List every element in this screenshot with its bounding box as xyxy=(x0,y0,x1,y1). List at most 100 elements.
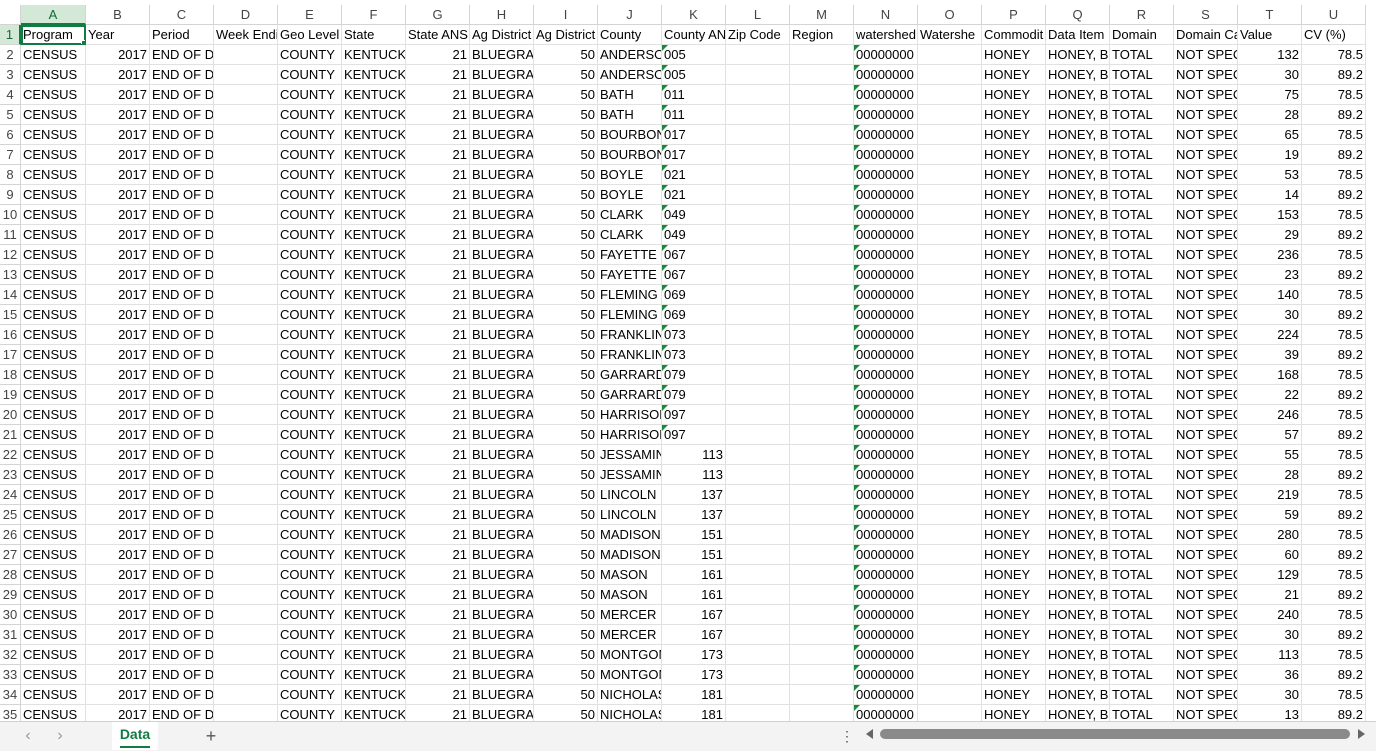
cell[interactable]: CENSUS xyxy=(21,665,86,685)
cell[interactable]: END OF DEC xyxy=(150,385,214,405)
cell[interactable]: BLUEGRASS xyxy=(470,165,534,185)
cell[interactable]: 21 xyxy=(406,465,470,485)
cell[interactable]: TOTAL xyxy=(1110,485,1174,505)
cell[interactable]: COUNTY xyxy=(278,205,342,225)
column-header-u[interactable]: U xyxy=(1302,5,1366,25)
cell[interactable]: CENSUS xyxy=(21,465,86,485)
cell[interactable]: 53 xyxy=(1238,165,1302,185)
cell[interactable]: KENTUCKY xyxy=(342,345,406,365)
cell[interactable]: TOTAL xyxy=(1110,145,1174,165)
cell[interactable]: 153 xyxy=(1238,205,1302,225)
cell[interactable]: 00000000 xyxy=(854,445,918,465)
cell[interactable]: KENTUCKY xyxy=(342,705,406,721)
cell[interactable]: END OF DEC xyxy=(150,205,214,225)
cell[interactable]: TOTAL xyxy=(1110,665,1174,685)
cell[interactable]: 073 xyxy=(662,325,726,345)
cell[interactable]: CENSUS xyxy=(21,685,86,705)
cell[interactable] xyxy=(726,405,790,425)
cell[interactable]: TOTAL xyxy=(1110,205,1174,225)
cell[interactable]: CENSUS xyxy=(21,65,86,85)
cell[interactable]: 00000000 xyxy=(854,505,918,525)
cell[interactable]: 2017 xyxy=(86,85,150,105)
cell[interactable]: CENSUS xyxy=(21,605,86,625)
cell[interactable]: CENSUS xyxy=(21,445,86,465)
cell[interactable]: TOTAL xyxy=(1110,305,1174,325)
header-cell[interactable]: Year xyxy=(86,25,150,45)
cell[interactable] xyxy=(790,685,854,705)
cell[interactable] xyxy=(790,625,854,645)
cell[interactable] xyxy=(726,225,790,245)
cell[interactable]: KENTUCKY xyxy=(342,505,406,525)
cell[interactable]: BLUEGRASS xyxy=(470,625,534,645)
cell[interactable]: TOTAL xyxy=(1110,685,1174,705)
cell[interactable]: 097 xyxy=(662,425,726,445)
cell[interactable]: HONEY, BEE COLONIES xyxy=(1046,165,1110,185)
cell[interactable]: NOT SPECIFIED xyxy=(1174,165,1238,185)
column-header-q[interactable]: Q xyxy=(1046,5,1110,25)
cell[interactable]: KENTUCKY xyxy=(342,125,406,145)
cell[interactable]: NOT SPECIFIED xyxy=(1174,185,1238,205)
cell[interactable]: TOTAL xyxy=(1110,525,1174,545)
cell[interactable]: CLARK xyxy=(598,225,662,245)
cell[interactable]: NOT SPECIFIED xyxy=(1174,545,1238,565)
cell[interactable]: GARRARD xyxy=(598,365,662,385)
cell[interactable]: 50 xyxy=(534,245,598,265)
cell[interactable] xyxy=(214,345,278,365)
column-header-k[interactable]: K xyxy=(662,5,726,25)
cell[interactable]: HONEY xyxy=(982,105,1046,125)
cell[interactable]: 78.5 xyxy=(1302,485,1366,505)
cell[interactable]: HONEY, BEE COLONIES xyxy=(1046,445,1110,465)
cell[interactable] xyxy=(918,565,982,585)
cell[interactable]: 069 xyxy=(662,285,726,305)
cell[interactable]: TOTAL xyxy=(1110,245,1174,265)
cell[interactable]: 89.2 xyxy=(1302,105,1366,125)
cell[interactable]: 50 xyxy=(534,305,598,325)
cell[interactable]: 50 xyxy=(534,165,598,185)
cell[interactable]: KENTUCKY xyxy=(342,565,406,585)
cell[interactable]: CENSUS xyxy=(21,245,86,265)
cell[interactable]: NOT SPECIFIED xyxy=(1174,605,1238,625)
cell[interactable]: COUNTY xyxy=(278,605,342,625)
column-header-l[interactable]: L xyxy=(726,5,790,25)
cell[interactable]: 00000000 xyxy=(854,625,918,645)
row-header[interactable]: 8 xyxy=(0,165,21,185)
cell[interactable]: 21 xyxy=(406,325,470,345)
cell[interactable]: HONEY xyxy=(982,225,1046,245)
cell[interactable]: 00000000 xyxy=(854,85,918,105)
row-header[interactable]: 10 xyxy=(0,205,21,225)
cell[interactable]: NOT SPECIFIED xyxy=(1174,385,1238,405)
cell[interactable] xyxy=(790,45,854,65)
cell[interactable]: HONEY, BEE COLONIES xyxy=(1046,45,1110,65)
cell[interactable] xyxy=(726,345,790,365)
cell[interactable]: 00000000 xyxy=(854,545,918,565)
header-cell[interactable]: Region xyxy=(790,25,854,45)
cell[interactable] xyxy=(790,325,854,345)
cell[interactable]: HONEY xyxy=(982,125,1046,145)
cell[interactable]: 2017 xyxy=(86,345,150,365)
cell[interactable]: COUNTY xyxy=(278,185,342,205)
cell[interactable]: NOT SPECIFIED xyxy=(1174,325,1238,345)
row-header[interactable]: 27 xyxy=(0,545,21,565)
cell[interactable]: HONEY, BEE COLONIES xyxy=(1046,545,1110,565)
cell[interactable]: 246 xyxy=(1238,405,1302,425)
cell[interactable]: HONEY xyxy=(982,525,1046,545)
cell[interactable] xyxy=(790,525,854,545)
header-cell[interactable]: Geo Level xyxy=(278,25,342,45)
horizontal-scrollbar[interactable] xyxy=(880,729,1350,739)
cell[interactable]: FLEMING xyxy=(598,285,662,305)
cell[interactable]: 50 xyxy=(534,685,598,705)
cell[interactable] xyxy=(790,665,854,685)
cell[interactable]: 50 xyxy=(534,545,598,565)
cell[interactable]: END OF DEC xyxy=(150,305,214,325)
cell[interactable]: BLUEGRASS xyxy=(470,125,534,145)
cell[interactable]: 78.5 xyxy=(1302,605,1366,625)
cell[interactable] xyxy=(918,45,982,65)
cell[interactable]: 50 xyxy=(534,705,598,721)
cell[interactable]: 005 xyxy=(662,65,726,85)
cell[interactable]: 50 xyxy=(534,465,598,485)
cell[interactable]: KENTUCKY xyxy=(342,425,406,445)
cell[interactable]: COUNTY xyxy=(278,365,342,385)
cell[interactable]: 173 xyxy=(662,645,726,665)
cell[interactable]: 21 xyxy=(406,45,470,65)
header-cell[interactable]: Program xyxy=(21,25,86,45)
